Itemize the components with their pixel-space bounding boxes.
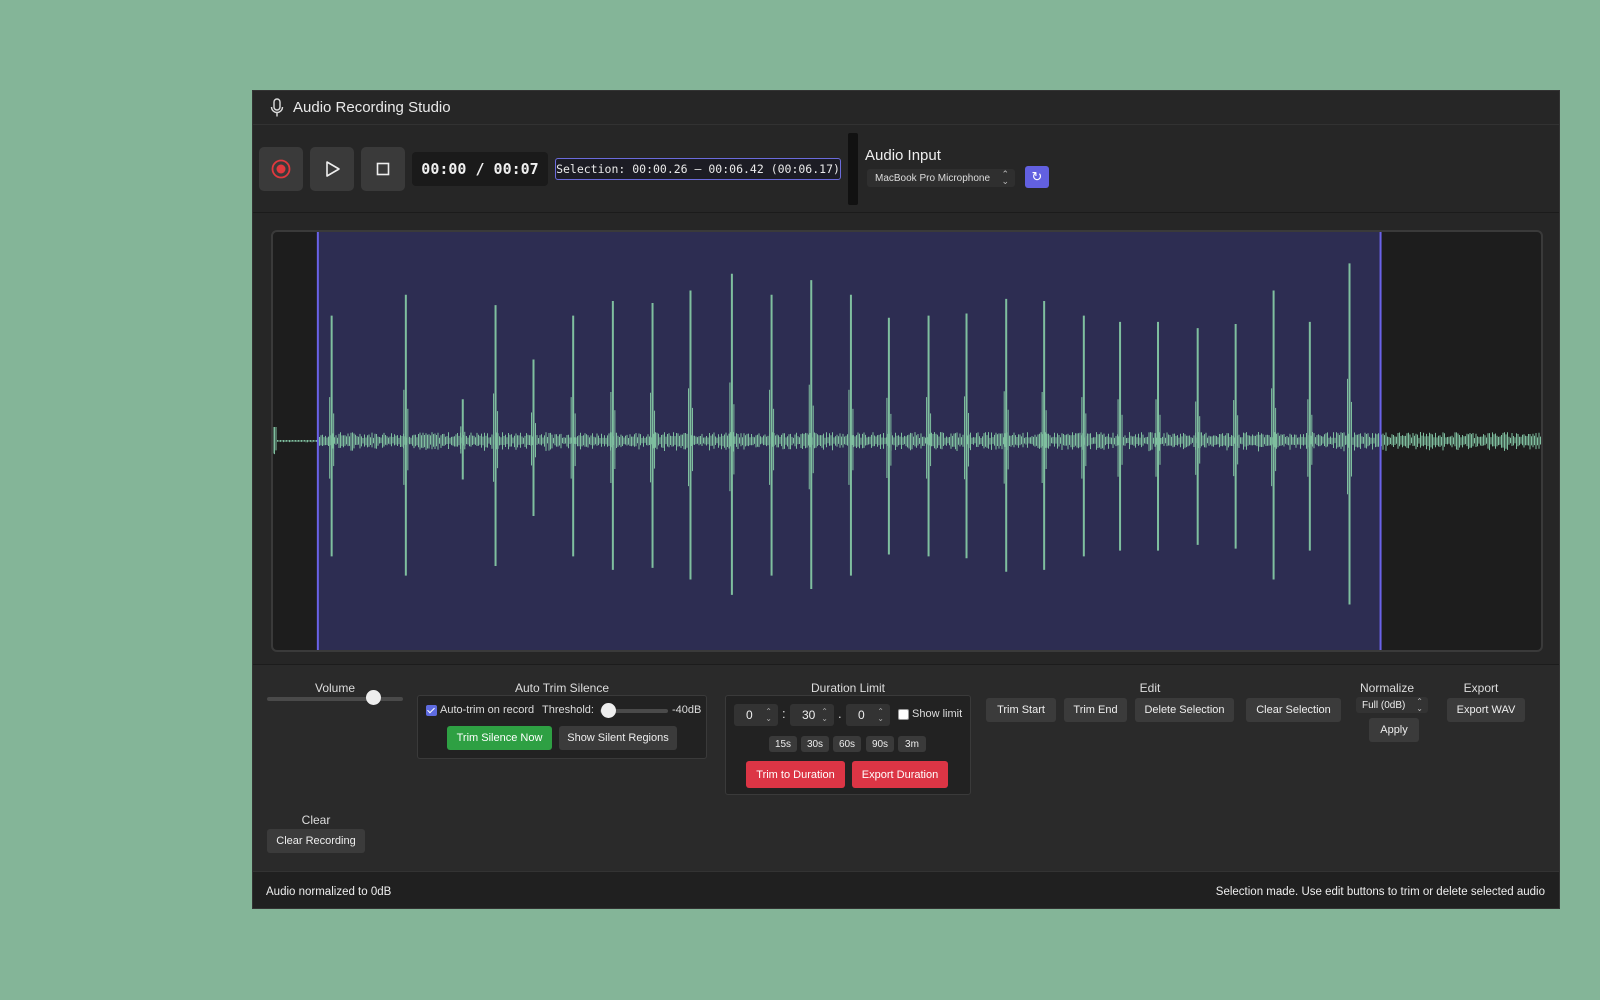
record-icon: [271, 159, 291, 179]
volume-slider-thumb[interactable]: [366, 690, 382, 705]
refresh-icon: ↻: [1031, 169, 1043, 184]
waveform-canvas[interactable]: [271, 230, 1543, 652]
preset-60s-button[interactable]: 60s: [833, 736, 861, 752]
threshold-slider-thumb[interactable]: [601, 703, 617, 718]
volume-label: Volume: [314, 681, 356, 695]
trim-silence-now-button[interactable]: Trim Silence Now: [447, 726, 552, 750]
spinner-icon: ⌃ ⌄: [765, 707, 772, 723]
seconds-value: 30: [802, 708, 816, 722]
chevron-updown-icon: ⌃ ⌄: [1001, 169, 1009, 186]
time-display: 00:00 / 00:07: [412, 152, 548, 186]
normalize-label: Normalize: [1359, 681, 1414, 695]
refresh-devices-button[interactable]: ↻: [1025, 166, 1049, 188]
duration-limit-panel: 0 ⌃ ⌄ : 30 ⌃ ⌄ . 0 ⌃ ⌄ Show limit 15s 30s 6…: [725, 695, 971, 795]
normalize-option: Full (0dB): [1362, 699, 1406, 711]
duration-limit-label: Duration Limit: [810, 681, 886, 695]
audio-input-device: MacBook Pro Microphone: [875, 172, 991, 184]
export-duration-button[interactable]: Export Duration: [852, 761, 948, 788]
app-window: Audio Recording Studio 00:00 / 00:07 Sel…: [252, 90, 1560, 909]
minutes-value: 0: [746, 708, 753, 722]
status-message-right: Selection made. Use edit buttons to trim…: [1215, 886, 1545, 898]
spinner-icon: ⌃ ⌄: [877, 707, 884, 723]
export-label: Export: [1463, 681, 1499, 695]
show-limit-label: Show limit: [912, 708, 963, 720]
auto-trim-checkbox-label: Auto-trim on record: [440, 704, 535, 716]
preset-90s-button[interactable]: 90s: [866, 736, 894, 752]
clear-label: Clear: [301, 813, 331, 827]
controls-panel: Volume Auto Trim Silence Auto-trim on re…: [253, 665, 1559, 871]
microphone-icon: [270, 97, 284, 116]
status-message-left: Audio normalized to 0dB: [266, 886, 392, 898]
chevron-updown-icon: ⌃ ⌄: [1416, 697, 1423, 713]
threshold-label: Threshold:: [542, 704, 594, 716]
stop-icon: [376, 162, 390, 176]
spinner-icon: ⌃ ⌄: [821, 707, 828, 723]
preset-15s-button[interactable]: 15s: [769, 736, 797, 752]
preset-30s-button[interactable]: 30s: [801, 736, 829, 752]
time-dot: .: [838, 706, 842, 721]
app-title: Audio Recording Studio: [293, 99, 451, 116]
trim-start-button[interactable]: Trim Start: [986, 698, 1056, 722]
export-wav-button[interactable]: Export WAV: [1447, 698, 1525, 722]
audio-input-label: Audio Input: [865, 147, 941, 164]
seconds-input[interactable]: 30 ⌃ ⌄: [790, 704, 834, 726]
auto-trim-label: Auto Trim Silence: [514, 681, 610, 695]
status-bar: Audio normalized to 0dB Selection made. …: [253, 871, 1559, 908]
selection-display: Selection: 00:00.26 – 00:06.42 (00:06.17…: [555, 158, 841, 180]
trim-to-duration-button[interactable]: Trim to Duration: [746, 761, 845, 788]
auto-trim-panel: Auto-trim on record Threshold: -40dB Tri…: [417, 695, 707, 759]
trim-end-button[interactable]: Trim End: [1064, 698, 1127, 722]
waveform-area: [253, 213, 1559, 665]
title-bar: Audio Recording Studio: [253, 91, 1559, 125]
audio-input-select[interactable]: MacBook Pro Microphone ⌃ ⌄: [867, 169, 1015, 187]
transport-toolbar: 00:00 / 00:07 Selection: 00:00.26 – 00:0…: [253, 125, 1559, 213]
show-silent-regions-button[interactable]: Show Silent Regions: [559, 726, 677, 750]
play-button[interactable]: [310, 147, 354, 191]
toolbar-divider: [848, 133, 858, 205]
tenths-value: 0: [858, 708, 865, 722]
show-limit-checkbox[interactable]: [898, 709, 909, 720]
edit-label: Edit: [1139, 681, 1161, 695]
auto-trim-checkbox[interactable]: [426, 705, 437, 716]
tenths-input[interactable]: 0 ⌃ ⌄: [846, 704, 890, 726]
volume-slider[interactable]: [267, 697, 403, 701]
record-button[interactable]: [259, 147, 303, 191]
clear-selection-button[interactable]: Clear Selection: [1246, 698, 1341, 722]
stop-button[interactable]: [361, 147, 405, 191]
clear-recording-button[interactable]: Clear Recording: [267, 829, 365, 853]
time-colon: :: [782, 706, 786, 721]
threshold-value: -40dB: [672, 704, 702, 716]
normalize-apply-button[interactable]: Apply: [1369, 718, 1419, 742]
normalize-select[interactable]: Full (0dB) ⌃ ⌄: [1356, 697, 1428, 713]
minutes-input[interactable]: 0 ⌃ ⌄: [734, 704, 778, 726]
preset-3m-button[interactable]: 3m: [898, 736, 926, 752]
play-icon: [326, 161, 340, 177]
delete-selection-button[interactable]: Delete Selection: [1135, 698, 1234, 722]
waveform-svg[interactable]: [273, 232, 1541, 650]
